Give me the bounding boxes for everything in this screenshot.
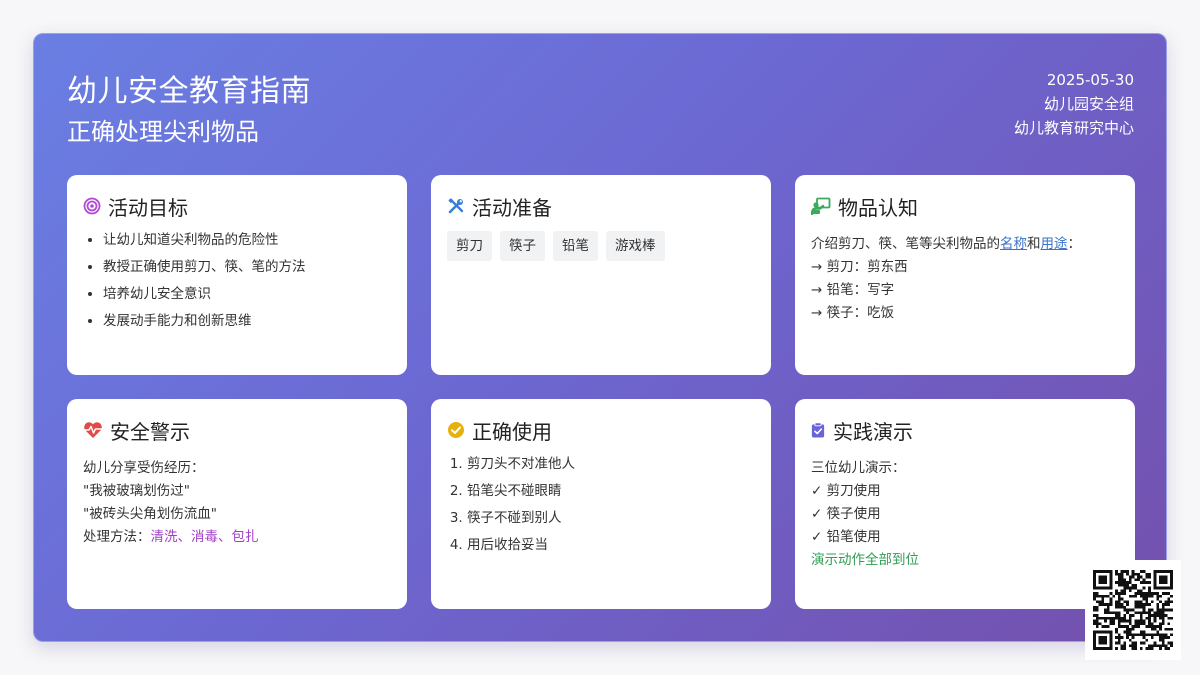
clipboard-check-icon	[811, 422, 825, 438]
target-icon	[83, 197, 101, 215]
prep-tags: 剪刀 筷子 铅笔 游戏棒	[447, 231, 755, 261]
list-item: "被砖头尖角划伤流血"	[83, 506, 217, 522]
tag: 游戏棒	[606, 231, 665, 261]
card-warning: 安全警示 幼儿分享受伤经历： "我被玻璃划伤过" "被砖头尖角划伤流血" 处理方…	[67, 399, 407, 609]
list-item: 铅笔尖不碰眼睛	[467, 478, 755, 505]
page-subtitle: 正确处理尖利物品	[67, 118, 259, 146]
org-text: 幼儿教育研究中心	[1013, 119, 1134, 137]
list-item: → 剪刀：剪东西	[811, 259, 908, 275]
demo-intro: 三位幼儿演示：	[811, 460, 906, 476]
card-demo: 实践演示 三位幼儿演示： ✓ 剪刀使用 ✓ 筷子使用 ✓ 铅笔使用 演示动作全部…	[795, 399, 1135, 609]
list-item: 幼儿分享受伤经历：	[83, 460, 205, 476]
card-usage: 正确使用 剪刀头不对准他人 铅笔尖不碰眼睛 筷子不碰到别人 用后收拾妥当	[431, 399, 771, 609]
list-item: 培养幼儿安全意识	[103, 281, 391, 308]
use-link[interactable]: 用途	[1041, 236, 1068, 252]
card-goals-title: 活动目标	[108, 195, 188, 220]
card-prep: 活动准备 剪刀 筷子 铅笔 游戏棒	[431, 175, 771, 375]
demo-result: 演示动作全部到位	[811, 552, 919, 568]
tools-icon	[448, 198, 464, 214]
main-panel: 幼儿安全教育指南 正确处理尖利物品 2025-05-30 幼儿园安全组 幼儿教育…	[33, 33, 1167, 642]
date-text: 2025-05-30	[1046, 71, 1134, 89]
card-recognition: 物品认知 介绍剪刀、筷、笔等尖利物品的名称和用途： → 剪刀：剪东西 → 铅笔：…	[795, 175, 1135, 375]
teacher-icon	[811, 197, 831, 215]
qr-code-image	[1093, 570, 1173, 650]
name-link[interactable]: 名称	[1000, 236, 1027, 252]
list-item: "我被玻璃划伤过"	[83, 483, 190, 499]
check-circle-icon	[448, 422, 464, 438]
treatment-line: 处理方法：清洗、消毒、包扎	[83, 526, 391, 549]
goals-list: 让幼儿知道尖利物品的危险性 教授正确使用剪刀、筷、笔的方法 培养幼儿安全意识 发…	[83, 227, 391, 335]
card-goals: 活动目标 让幼儿知道尖利物品的危险性 教授正确使用剪刀、筷、笔的方法 培养幼儿安…	[67, 175, 407, 375]
list-item: 让幼儿知道尖利物品的危险性	[103, 227, 391, 254]
list-item: 发展动手能力和创新思维	[103, 308, 391, 335]
list-item: → 筷子：吃饭	[811, 305, 895, 321]
usage-steps: 剪刀头不对准他人 铅笔尖不碰眼睛 筷子不碰到别人 用后收拾妥当	[447, 451, 755, 559]
treatment-method: 清洗、消毒、包扎	[150, 529, 259, 545]
tag: 筷子	[500, 231, 545, 261]
card-prep-title: 活动准备	[472, 195, 552, 220]
list-item: ✓ 剪刀使用	[811, 483, 881, 499]
colon-text: ：	[1067, 236, 1082, 252]
treatment-label: 处理方法：	[83, 529, 151, 545]
card-usage-title: 正确使用	[472, 419, 552, 444]
group-text: 幼儿园安全组	[1043, 95, 1134, 113]
list-item: 筷子不碰到别人	[467, 505, 755, 532]
recognition-intro: 介绍剪刀、筷、笔等尖利物品的名称和用途：	[811, 233, 1119, 256]
list-item: ✓ 筷子使用	[811, 506, 881, 522]
page-title: 幼儿安全教育指南	[67, 74, 311, 109]
list-item: 剪刀头不对准他人	[467, 451, 755, 478]
tag: 剪刀	[447, 231, 492, 261]
heart-pulse-icon	[84, 422, 102, 438]
intro-text: 介绍剪刀、筷、笔等尖利物品的	[811, 236, 1000, 252]
list-item: ✓ 铅笔使用	[811, 529, 881, 545]
list-item: 用后收拾妥当	[467, 532, 755, 559]
and-text: 和	[1027, 236, 1041, 252]
card-recognition-title: 物品认知	[838, 195, 918, 220]
list-item: → 铅笔：写字	[811, 282, 895, 298]
list-item: 教授正确使用剪刀、筷、笔的方法	[103, 254, 391, 281]
card-demo-title: 实践演示	[833, 419, 913, 444]
tag: 铅笔	[553, 231, 598, 261]
card-warning-title: 安全警示	[110, 419, 190, 444]
header-meta: 2025-05-30 幼儿园安全组 幼儿教育研究中心	[1014, 68, 1134, 140]
qr-code	[1085, 560, 1181, 660]
